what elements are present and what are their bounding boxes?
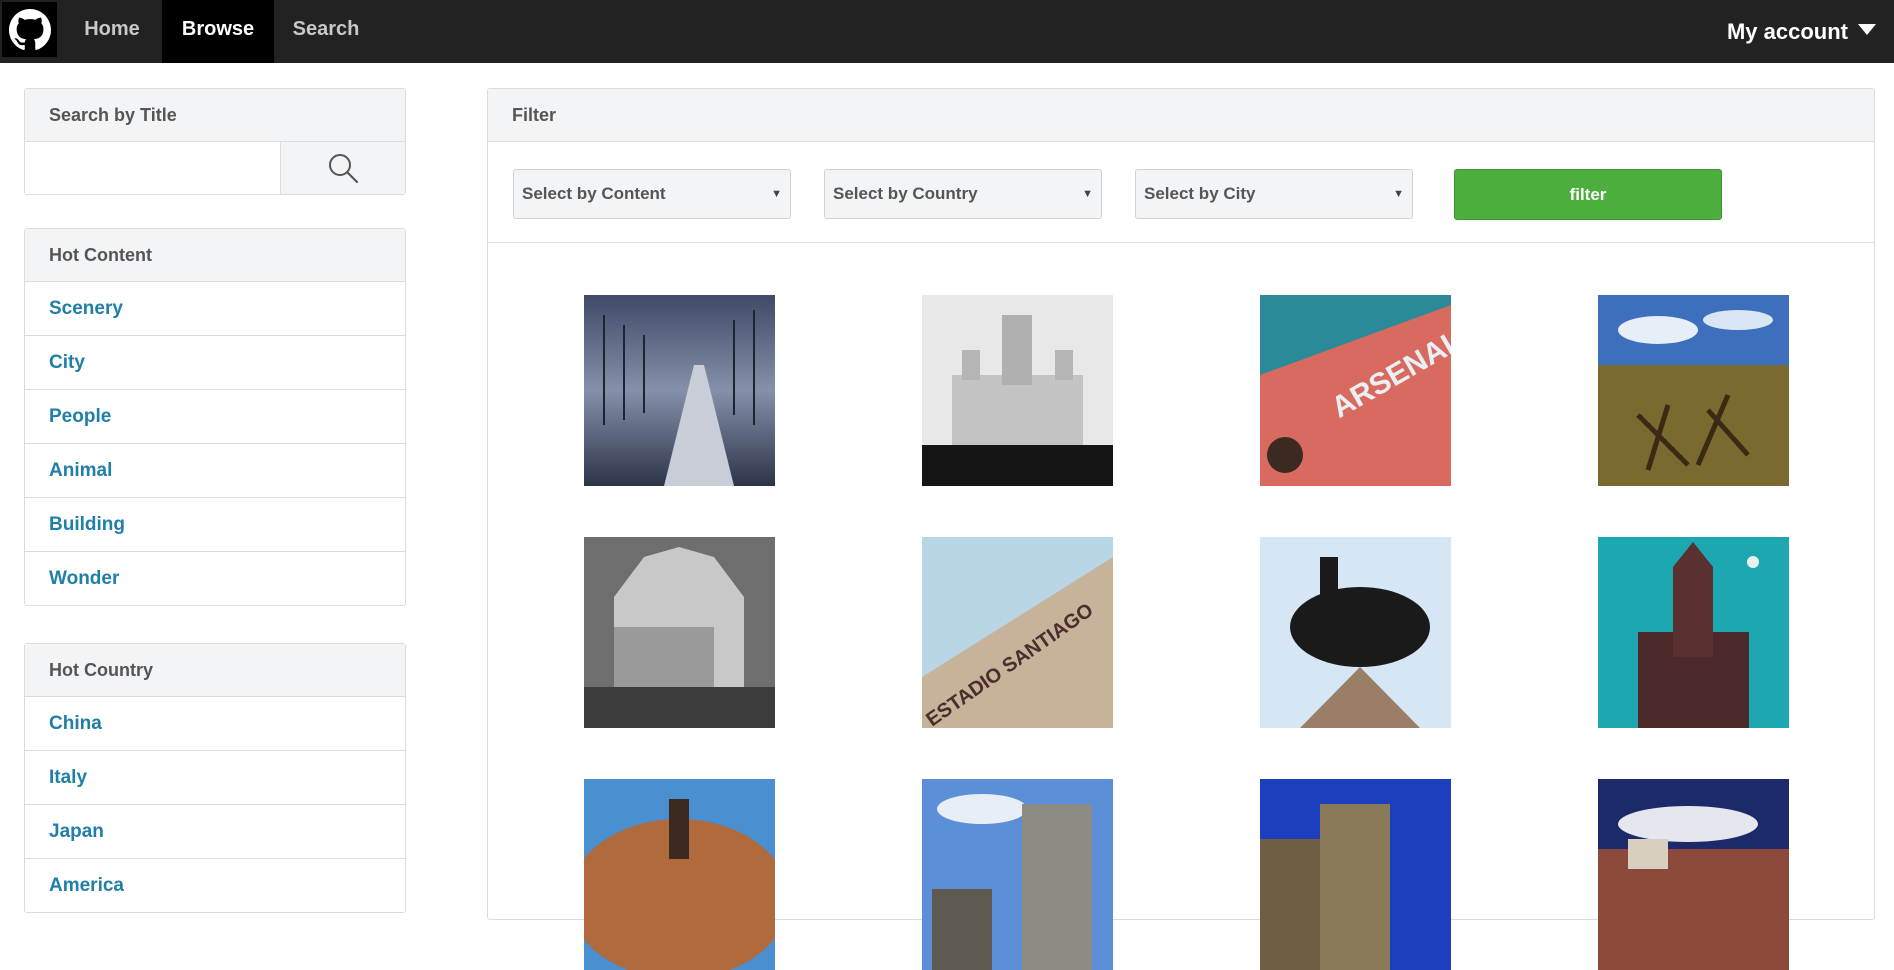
magnifier-icon [329,154,359,184]
city-select-label: Select by City [1144,184,1256,203]
hot-country-heading: Hot Country [25,644,405,697]
my-account-menu[interactable]: My account [1727,0,1876,63]
nav-search-link[interactable]: Search [280,0,372,63]
photo-thumbnail-palace[interactable] [922,295,1113,486]
filter-panel: Filter Select by Content ▼ Select by Cou… [487,88,1875,970]
hot-content-item[interactable]: Wonder [25,552,405,605]
hot-country-item[interactable]: Japan [25,805,405,859]
content-select[interactable]: Select by Content ▼ [513,169,791,219]
my-account-label: My account [1726,18,1848,44]
content-select-label: Select by Content [522,184,666,203]
filter-controls: Select by Content ▼ Select by Country ▼ … [488,142,1874,243]
photo-thumbnail-stone-tower[interactable] [1260,779,1451,970]
hot-content-item[interactable]: Animal [25,444,405,498]
hot-content-item[interactable]: City [25,336,405,390]
search-by-title-panel: Search by Title [24,88,406,195]
hot-country-panel: Hot Country China Italy Japan America [24,643,406,913]
filter-heading: Filter [488,89,1874,142]
caret-down-icon [1858,24,1876,35]
search-button[interactable] [281,142,405,194]
hot-country-item[interactable]: Italy [25,751,405,805]
nav-home-link[interactable]: Home [66,0,158,63]
hot-content-panel: Hot Content Scenery City People Animal B… [24,228,406,606]
dropdown-arrow-icon: ▼ [1393,188,1404,200]
search-by-title-heading: Search by Title [25,89,405,142]
github-logo-icon[interactable] [2,2,57,57]
photo-thumbnail-castle-tower[interactable] [922,779,1113,970]
filter-button[interactable]: filter [1454,169,1722,220]
country-select[interactable]: Select by Country ▼ [824,169,1102,219]
photo-thumbnail-royal-albert-hall[interactable] [584,779,775,970]
hot-country-item[interactable]: China [25,697,405,751]
nav-browse-link[interactable]: Browse [162,0,274,63]
photo-thumbnail-horse-statue[interactable] [1260,537,1451,728]
top-navbar: Home Browse Search My account [0,0,1894,63]
hot-content-item[interactable]: People [25,390,405,444]
dropdown-arrow-icon: ▼ [771,188,782,200]
country-select-label: Select by Country [833,184,978,203]
dropdown-arrow-icon: ▼ [1082,188,1093,200]
hot-content-item[interactable]: Building [25,498,405,552]
hot-content-heading: Hot Content [25,229,405,282]
city-select[interactable]: Select by City ▼ [1135,169,1413,219]
photo-thumbnail-snow-path[interactable] [584,295,775,486]
hot-country-item[interactable]: America [25,859,405,912]
photo-thumbnail-arsenal-stadium[interactable]: ARSENAL [1260,295,1451,486]
photo-thumbnail-bernabeu-stadium[interactable]: ESTADIO SANTIAGO [922,537,1113,728]
photo-thumbnail-church[interactable] [1598,537,1789,728]
photo-thumbnail-cathedral-gray[interactable] [584,537,775,728]
hot-content-item[interactable]: Scenery [25,282,405,336]
title-search-input[interactable] [25,142,281,194]
photo-thumbnail-village[interactable] [1598,779,1789,970]
photo-thumbnail-field-debris[interactable] [1598,295,1789,486]
